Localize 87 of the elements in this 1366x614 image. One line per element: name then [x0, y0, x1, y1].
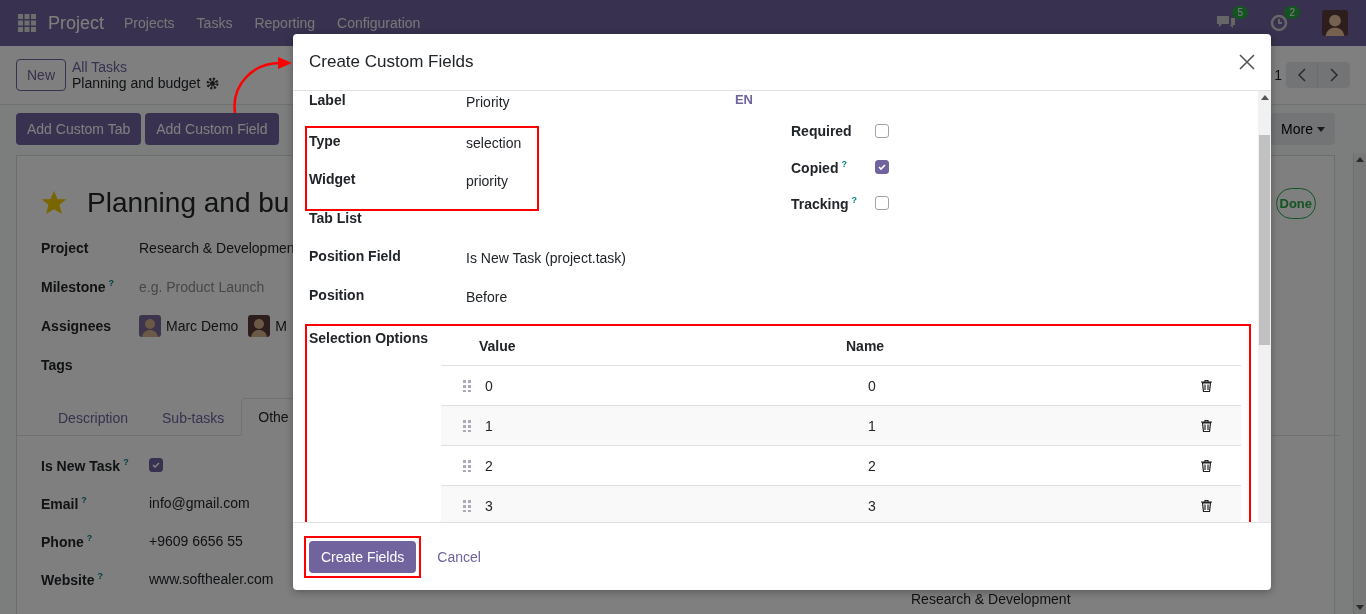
- caret-icon: [1317, 126, 1325, 132]
- column-header[interactable]: Name: [846, 337, 1201, 354]
- cancel-button[interactable]: Cancel: [431, 547, 487, 566]
- form-tab[interactable]: Sub-tasks: [145, 398, 242, 436]
- field-label: Project: [41, 239, 90, 256]
- field-label: Milestone $^{?}$: [41, 278, 116, 295]
- field-value[interactable]: Is New Task (project.task): [466, 248, 791, 266]
- scrollbar[interactable]: [1353, 153, 1366, 614]
- gear-icon[interactable]: [206, 76, 220, 90]
- field-label: Position Field: [309, 248, 402, 264]
- record-name: Planning and budget: [72, 75, 201, 91]
- checkbox[interactable]: [875, 196, 889, 210]
- user-avatar[interactable]: [1322, 10, 1348, 36]
- menu-item[interactable]: Reporting: [254, 15, 316, 31]
- check-icon: [151, 460, 161, 470]
- check-icon: [877, 162, 887, 172]
- field-label: Assignees: [41, 317, 113, 334]
- clock-icon[interactable]: [1270, 14, 1288, 32]
- chevron-left-icon: [1296, 68, 1307, 82]
- drag-handle-icon[interactable]: [463, 459, 471, 472]
- trash-icon[interactable]: [1201, 379, 1212, 392]
- field-label: Selection Options: [309, 329, 429, 348]
- scrollbar[interactable]: [1258, 91, 1271, 522]
- field-value[interactable]: selection: [466, 132, 537, 151]
- table-cell-text: 0: [868, 377, 877, 394]
- scroll-down-icon[interactable]: [1356, 605, 1364, 610]
- field-label: Tab List: [309, 209, 363, 226]
- checkbox[interactable]: [149, 458, 163, 472]
- more-button[interactable]: More: [1271, 113, 1335, 145]
- menu-item[interactable]: Tasks: [196, 15, 233, 31]
- field-label: Tags: [41, 356, 74, 373]
- task-title[interactable]: Planning and bu: [87, 187, 290, 219]
- chevron-right-icon: [1329, 68, 1339, 82]
- assignee-name[interactable]: Marc Demo: [166, 317, 239, 334]
- field-label: Phone $^{?}$: [41, 532, 94, 550]
- table-cell-text: 2: [485, 457, 494, 474]
- activity-count: 2: [1284, 6, 1300, 19]
- trash-icon[interactable]: [1201, 419, 1212, 432]
- app-name[interactable]: Project: [48, 12, 105, 34]
- menu-item[interactable]: Configuration: [337, 15, 421, 31]
- table-cell-text: 3: [485, 497, 494, 514]
- field-label: Label: [309, 92, 347, 108]
- field-label: Is New Task $^{?}$: [41, 456, 130, 474]
- close-button[interactable]: [1239, 54, 1255, 70]
- field-label: Email $^{?}$: [41, 494, 88, 512]
- field-label: Position: [309, 286, 366, 303]
- star-icon[interactable]: [41, 190, 67, 216]
- language-button[interactable]: EN: [734, 92, 753, 107]
- checkbox[interactable]: [875, 160, 889, 174]
- column-header[interactable]: Value: [479, 337, 846, 354]
- table-cell-text: 1: [485, 417, 494, 434]
- drag-handle-icon[interactable]: [463, 379, 471, 392]
- drag-handle-icon[interactable]: [463, 499, 471, 512]
- menu-item[interactable]: Projects: [124, 15, 175, 31]
- field-value[interactable]: priority: [466, 171, 537, 189]
- breadcrumb-link[interactable]: All Tasks: [72, 59, 220, 75]
- trash-icon[interactable]: [1201, 499, 1212, 512]
- pager-value: 1: [1274, 67, 1282, 83]
- assignee-name[interactable]: M: [275, 317, 288, 334]
- drag-handle-icon[interactable]: [463, 419, 471, 432]
- field-value[interactable]: Research & Development: [911, 591, 1316, 607]
- field-label: Type: [309, 132, 342, 149]
- avatar-icon: [139, 314, 161, 337]
- checkbox[interactable]: [875, 124, 889, 138]
- trash-icon[interactable]: [1201, 459, 1212, 472]
- scroll-up-icon[interactable]: [1356, 157, 1364, 162]
- table-cell-text: 0: [485, 377, 494, 394]
- new-button[interactable]: New: [16, 59, 66, 91]
- apps-menu-icon[interactable]: [18, 14, 36, 32]
- avatar-icon: [248, 314, 271, 337]
- field-label: Copied $^{?}$: [791, 158, 848, 176]
- table-cell-text: 3: [868, 497, 877, 514]
- field-label: Website $^{?}$: [41, 570, 104, 588]
- dialog-title: Create Custom Fields: [309, 52, 474, 72]
- scroll-up-icon[interactable]: [1260, 95, 1269, 100]
- table-cell-text: 2: [868, 457, 877, 474]
- form-tab[interactable]: Description: [41, 398, 146, 436]
- field-value[interactable]: Priority: [466, 92, 735, 110]
- field-label: Tracking $^{?}$: [791, 194, 859, 212]
- table-cell-text: 1: [868, 417, 877, 434]
- field-value[interactable]: Before: [466, 286, 791, 305]
- field-label: Widget: [309, 171, 357, 187]
- action-button[interactable]: Add Custom Field: [145, 113, 279, 145]
- message-count: 5: [1232, 6, 1248, 19]
- create-fields-button[interactable]: Create Fields: [309, 540, 417, 573]
- field-label: Required: [791, 123, 853, 139]
- action-button[interactable]: Add Custom Tab: [16, 113, 142, 145]
